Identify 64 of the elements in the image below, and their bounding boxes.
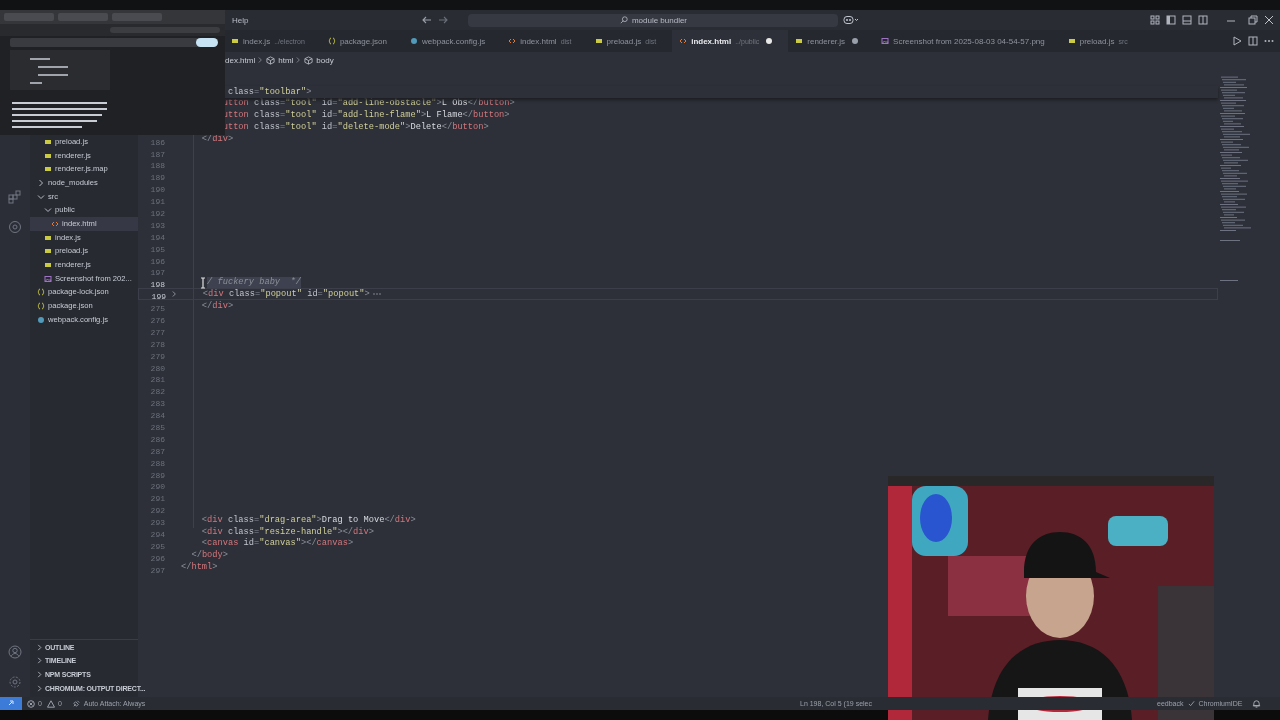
code-line: </div> xyxy=(201,300,234,312)
extensions-icon[interactable] xyxy=(8,190,22,204)
sidebar-toggle-icon[interactable] xyxy=(1166,15,1176,25)
breadcrumb-item[interactable]: body xyxy=(316,55,334,65)
line-number: 292 xyxy=(150,506,165,516)
error-icon xyxy=(27,699,35,708)
breadcrumb-item[interactable]: dex.html xyxy=(225,55,256,65)
plug-icon xyxy=(71,699,81,708)
split-layout-icon[interactable] xyxy=(1198,15,1208,25)
command-search-field[interactable]: module bundler xyxy=(468,13,839,27)
js-file-icon xyxy=(594,37,603,45)
search-icon xyxy=(619,16,628,24)
text-cursor-icon xyxy=(200,277,206,289)
menu-item[interactable]: Help xyxy=(232,15,249,25)
restore-icon[interactable] xyxy=(1248,15,1258,25)
bell-icon[interactable] xyxy=(1252,699,1262,708)
check-icon xyxy=(1188,700,1196,707)
layout-icon[interactable] xyxy=(1150,15,1160,25)
braces-icon xyxy=(37,302,45,311)
code-brackets-icon xyxy=(51,219,59,228)
robot-icon[interactable] xyxy=(843,15,860,25)
line-number: 198 xyxy=(150,280,165,290)
editor-tab[interactable]: webpack.config.js xyxy=(403,30,502,52)
code-line: utton class="tool" id="add-line-flame">L Flame</button> xyxy=(222,110,510,122)
forward-arrow-icon[interactable] xyxy=(438,15,449,25)
code-brackets-icon xyxy=(508,37,517,45)
code-line: <div class="popout" id="popout"> xyxy=(202,288,370,300)
line-number: 194 xyxy=(150,232,165,242)
braces-icon xyxy=(37,288,45,297)
code-line: <canvas id="canvas"></canvas> xyxy=(201,538,354,550)
code-line: utton class="tool" id="add-line-obstacle">L Obs</button> xyxy=(222,98,515,110)
js-file-icon xyxy=(1067,37,1076,45)
code-line: <div class="drag-area">Drag to Move</div> xyxy=(201,514,416,526)
line-number: 192 xyxy=(150,208,165,218)
chevron-right-icon xyxy=(296,56,302,64)
js-file-icon xyxy=(231,37,239,45)
code-line: </body> xyxy=(191,550,228,562)
close-icon[interactable] xyxy=(1264,15,1274,25)
code-line: class="toolbar"> xyxy=(227,86,312,98)
editor-tab[interactable]: renderer.js xyxy=(788,30,875,52)
image-file-icon xyxy=(881,37,890,45)
js-file-icon xyxy=(795,37,804,45)
run-icon[interactable] xyxy=(1232,36,1242,46)
editor-tab[interactable]: package.json xyxy=(320,30,404,52)
account-icon[interactable] xyxy=(8,645,22,659)
line-number: 284 xyxy=(150,411,165,421)
editor-tab[interactable]: Screenshot from 2025-08-03 04-54-57.png xyxy=(874,30,1061,52)
line-number: 294 xyxy=(150,530,165,539)
code-line: <div class="resize-handle"></div> xyxy=(201,526,374,538)
code-line: utton class="tool" id="delete-mode">Delete</button> xyxy=(222,122,489,134)
warning-icon xyxy=(46,699,55,708)
line-number: 199 xyxy=(151,292,166,302)
chevron-right-icon xyxy=(258,56,264,64)
chevron-right-icon[interactable] xyxy=(171,290,177,299)
panel-toggle-icon[interactable] xyxy=(1182,15,1192,25)
braces-icon xyxy=(327,37,336,45)
line-number: 282 xyxy=(150,387,165,397)
chevron-right-icon xyxy=(37,178,45,187)
code-brackets-icon xyxy=(679,37,688,45)
breadcrumb-item[interactable]: html xyxy=(278,55,294,65)
back-arrow-icon[interactable] xyxy=(422,15,433,25)
image-file-icon xyxy=(44,274,52,283)
split-editor-icon[interactable] xyxy=(1248,36,1258,46)
code-line: </html> xyxy=(181,562,218,574)
